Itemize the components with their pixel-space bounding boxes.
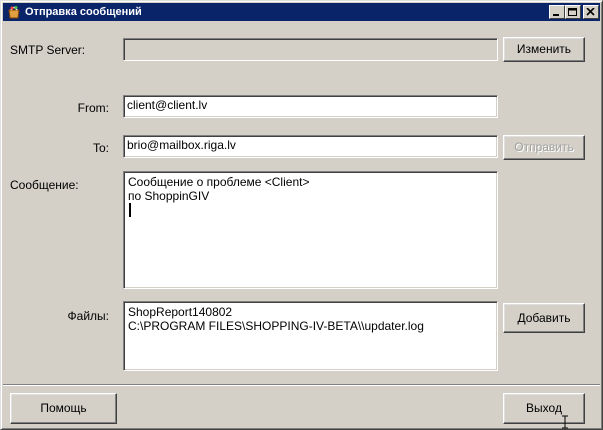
close-icon [586, 8, 595, 16]
files-label: Файлы: [67, 309, 109, 323]
message-label: Сообщение: [10, 178, 79, 192]
smtp-server-label: SMTP Server: [10, 43, 86, 57]
to-label: To: [92, 141, 109, 155]
message-textarea[interactable]: Сообщение о проблеме <Client> по Shoppin… [123, 171, 498, 289]
text-cursor [128, 203, 493, 217]
to-field[interactable]: brio@mailbox.riga.lv [123, 135, 498, 158]
maximize-button[interactable] [565, 5, 581, 19]
help-button[interactable]: Помощь [10, 393, 117, 424]
from-label: From: [77, 101, 109, 115]
add-button[interactable]: Добавить [503, 303, 585, 333]
close-button[interactable] [583, 5, 599, 19]
smtp-server-field[interactable] [123, 38, 498, 61]
minimize-icon [553, 14, 559, 16]
title-bar[interactable]: Отправка сообщений [3, 3, 600, 21]
file-item[interactable]: ShopReport140802 [128, 305, 493, 319]
maximize-icon [568, 8, 577, 16]
text-cursor-icon [562, 415, 568, 429]
minimize-button[interactable] [549, 5, 565, 19]
app-icon [8, 6, 20, 19]
from-field[interactable]: client@client.lv [123, 95, 498, 118]
change-button[interactable]: Изменить [503, 37, 585, 62]
files-list[interactable]: ShopReport140802 C:\PROGRAM FILES\SHOPPI… [123, 301, 498, 371]
window-title: Отправка сообщений [25, 6, 142, 18]
exit-button[interactable]: Выход [503, 393, 585, 424]
message-line: по ShoppinGIV [128, 189, 210, 203]
send-message-window: Отправка сообщений SMTP Server: Изменить… [0, 0, 603, 430]
message-line: Сообщение о проблеме <Client> [128, 175, 310, 189]
file-item[interactable]: C:\PROGRAM FILES\SHOPPING-IV-BETA\\updat… [128, 319, 493, 333]
send-button[interactable]: Отправить [503, 135, 585, 160]
